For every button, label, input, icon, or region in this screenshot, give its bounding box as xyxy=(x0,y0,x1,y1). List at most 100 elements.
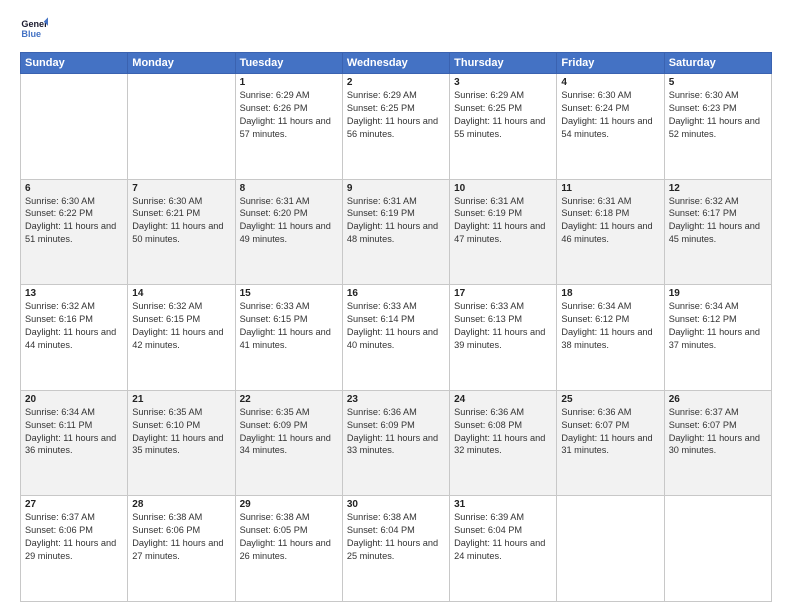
day-number: 3 xyxy=(454,77,552,88)
weekday-header-saturday: Saturday xyxy=(664,53,771,74)
weekday-header-row: SundayMondayTuesdayWednesdayThursdayFrid… xyxy=(21,53,772,74)
day-number: 4 xyxy=(561,77,659,88)
day-info: Sunrise: 6:30 AMSunset: 6:23 PMDaylight:… xyxy=(669,89,767,141)
day-info: Sunrise: 6:31 AMSunset: 6:18 PMDaylight:… xyxy=(561,195,659,247)
day-info: Sunrise: 6:30 AMSunset: 6:24 PMDaylight:… xyxy=(561,89,659,141)
day-number: 28 xyxy=(132,499,230,510)
day-cell: 23Sunrise: 6:36 AMSunset: 6:09 PMDayligh… xyxy=(342,390,449,496)
day-number: 13 xyxy=(25,288,123,299)
weekday-header-wednesday: Wednesday xyxy=(342,53,449,74)
day-cell: 21Sunrise: 6:35 AMSunset: 6:10 PMDayligh… xyxy=(128,390,235,496)
logo-icon: General Blue xyxy=(20,16,48,44)
day-cell: 26Sunrise: 6:37 AMSunset: 6:07 PMDayligh… xyxy=(664,390,771,496)
day-info: Sunrise: 6:36 AMSunset: 6:09 PMDaylight:… xyxy=(347,406,445,458)
day-info: Sunrise: 6:31 AMSunset: 6:19 PMDaylight:… xyxy=(347,195,445,247)
day-info: Sunrise: 6:32 AMSunset: 6:17 PMDaylight:… xyxy=(669,195,767,247)
weekday-header-thursday: Thursday xyxy=(450,53,557,74)
day-cell: 19Sunrise: 6:34 AMSunset: 6:12 PMDayligh… xyxy=(664,285,771,391)
week-row-3: 13Sunrise: 6:32 AMSunset: 6:16 PMDayligh… xyxy=(21,285,772,391)
day-info: Sunrise: 6:34 AMSunset: 6:12 PMDaylight:… xyxy=(669,300,767,352)
day-cell xyxy=(664,496,771,602)
day-number: 27 xyxy=(25,499,123,510)
day-info: Sunrise: 6:30 AMSunset: 6:21 PMDaylight:… xyxy=(132,195,230,247)
day-number: 26 xyxy=(669,394,767,405)
day-cell: 30Sunrise: 6:38 AMSunset: 6:04 PMDayligh… xyxy=(342,496,449,602)
day-info: Sunrise: 6:34 AMSunset: 6:11 PMDaylight:… xyxy=(25,406,123,458)
day-info: Sunrise: 6:33 AMSunset: 6:13 PMDaylight:… xyxy=(454,300,552,352)
day-info: Sunrise: 6:29 AMSunset: 6:25 PMDaylight:… xyxy=(454,89,552,141)
day-cell: 1Sunrise: 6:29 AMSunset: 6:26 PMDaylight… xyxy=(235,74,342,180)
day-number: 25 xyxy=(561,394,659,405)
day-cell: 8Sunrise: 6:31 AMSunset: 6:20 PMDaylight… xyxy=(235,179,342,285)
weekday-header-friday: Friday xyxy=(557,53,664,74)
day-cell xyxy=(21,74,128,180)
logo: General Blue xyxy=(20,16,48,44)
day-cell: 15Sunrise: 6:33 AMSunset: 6:15 PMDayligh… xyxy=(235,285,342,391)
day-cell: 7Sunrise: 6:30 AMSunset: 6:21 PMDaylight… xyxy=(128,179,235,285)
day-cell xyxy=(557,496,664,602)
weekday-header-sunday: Sunday xyxy=(21,53,128,74)
week-row-2: 6Sunrise: 6:30 AMSunset: 6:22 PMDaylight… xyxy=(21,179,772,285)
day-info: Sunrise: 6:35 AMSunset: 6:09 PMDaylight:… xyxy=(240,406,338,458)
day-info: Sunrise: 6:37 AMSunset: 6:06 PMDaylight:… xyxy=(25,511,123,563)
day-info: Sunrise: 6:31 AMSunset: 6:20 PMDaylight:… xyxy=(240,195,338,247)
svg-text:General: General xyxy=(21,19,48,29)
week-row-1: 1Sunrise: 6:29 AMSunset: 6:26 PMDaylight… xyxy=(21,74,772,180)
week-row-5: 27Sunrise: 6:37 AMSunset: 6:06 PMDayligh… xyxy=(21,496,772,602)
day-number: 1 xyxy=(240,77,338,88)
day-cell: 22Sunrise: 6:35 AMSunset: 6:09 PMDayligh… xyxy=(235,390,342,496)
day-number: 18 xyxy=(561,288,659,299)
day-number: 23 xyxy=(347,394,445,405)
page: General Blue SundayMondayTuesdayWednesda… xyxy=(0,0,792,612)
day-number: 29 xyxy=(240,499,338,510)
day-cell: 17Sunrise: 6:33 AMSunset: 6:13 PMDayligh… xyxy=(450,285,557,391)
day-number: 7 xyxy=(132,183,230,194)
day-cell: 16Sunrise: 6:33 AMSunset: 6:14 PMDayligh… xyxy=(342,285,449,391)
day-number: 22 xyxy=(240,394,338,405)
day-cell: 20Sunrise: 6:34 AMSunset: 6:11 PMDayligh… xyxy=(21,390,128,496)
day-number: 15 xyxy=(240,288,338,299)
day-cell: 18Sunrise: 6:34 AMSunset: 6:12 PMDayligh… xyxy=(557,285,664,391)
day-cell: 11Sunrise: 6:31 AMSunset: 6:18 PMDayligh… xyxy=(557,179,664,285)
day-cell: 13Sunrise: 6:32 AMSunset: 6:16 PMDayligh… xyxy=(21,285,128,391)
day-cell xyxy=(128,74,235,180)
day-number: 11 xyxy=(561,183,659,194)
day-info: Sunrise: 6:33 AMSunset: 6:15 PMDaylight:… xyxy=(240,300,338,352)
day-info: Sunrise: 6:35 AMSunset: 6:10 PMDaylight:… xyxy=(132,406,230,458)
day-info: Sunrise: 6:38 AMSunset: 6:06 PMDaylight:… xyxy=(132,511,230,563)
day-number: 21 xyxy=(132,394,230,405)
day-cell: 28Sunrise: 6:38 AMSunset: 6:06 PMDayligh… xyxy=(128,496,235,602)
weekday-header-monday: Monday xyxy=(128,53,235,74)
day-info: Sunrise: 6:32 AMSunset: 6:16 PMDaylight:… xyxy=(25,300,123,352)
day-number: 24 xyxy=(454,394,552,405)
day-info: Sunrise: 6:38 AMSunset: 6:04 PMDaylight:… xyxy=(347,511,445,563)
day-info: Sunrise: 6:33 AMSunset: 6:14 PMDaylight:… xyxy=(347,300,445,352)
day-cell: 12Sunrise: 6:32 AMSunset: 6:17 PMDayligh… xyxy=(664,179,771,285)
day-info: Sunrise: 6:29 AMSunset: 6:25 PMDaylight:… xyxy=(347,89,445,141)
day-number: 31 xyxy=(454,499,552,510)
week-row-4: 20Sunrise: 6:34 AMSunset: 6:11 PMDayligh… xyxy=(21,390,772,496)
day-cell: 10Sunrise: 6:31 AMSunset: 6:19 PMDayligh… xyxy=(450,179,557,285)
day-number: 8 xyxy=(240,183,338,194)
day-cell: 31Sunrise: 6:39 AMSunset: 6:04 PMDayligh… xyxy=(450,496,557,602)
day-cell: 29Sunrise: 6:38 AMSunset: 6:05 PMDayligh… xyxy=(235,496,342,602)
day-cell: 5Sunrise: 6:30 AMSunset: 6:23 PMDaylight… xyxy=(664,74,771,180)
day-cell: 4Sunrise: 6:30 AMSunset: 6:24 PMDaylight… xyxy=(557,74,664,180)
day-cell: 27Sunrise: 6:37 AMSunset: 6:06 PMDayligh… xyxy=(21,496,128,602)
day-number: 2 xyxy=(347,77,445,88)
day-number: 20 xyxy=(25,394,123,405)
day-number: 17 xyxy=(454,288,552,299)
day-number: 5 xyxy=(669,77,767,88)
calendar-table: SundayMondayTuesdayWednesdayThursdayFrid… xyxy=(20,52,772,602)
day-info: Sunrise: 6:39 AMSunset: 6:04 PMDaylight:… xyxy=(454,511,552,563)
day-number: 6 xyxy=(25,183,123,194)
day-cell: 2Sunrise: 6:29 AMSunset: 6:25 PMDaylight… xyxy=(342,74,449,180)
day-info: Sunrise: 6:36 AMSunset: 6:08 PMDaylight:… xyxy=(454,406,552,458)
day-cell: 25Sunrise: 6:36 AMSunset: 6:07 PMDayligh… xyxy=(557,390,664,496)
day-number: 19 xyxy=(669,288,767,299)
weekday-header-tuesday: Tuesday xyxy=(235,53,342,74)
day-cell: 3Sunrise: 6:29 AMSunset: 6:25 PMDaylight… xyxy=(450,74,557,180)
svg-text:Blue: Blue xyxy=(21,29,41,39)
day-info: Sunrise: 6:32 AMSunset: 6:15 PMDaylight:… xyxy=(132,300,230,352)
day-number: 30 xyxy=(347,499,445,510)
